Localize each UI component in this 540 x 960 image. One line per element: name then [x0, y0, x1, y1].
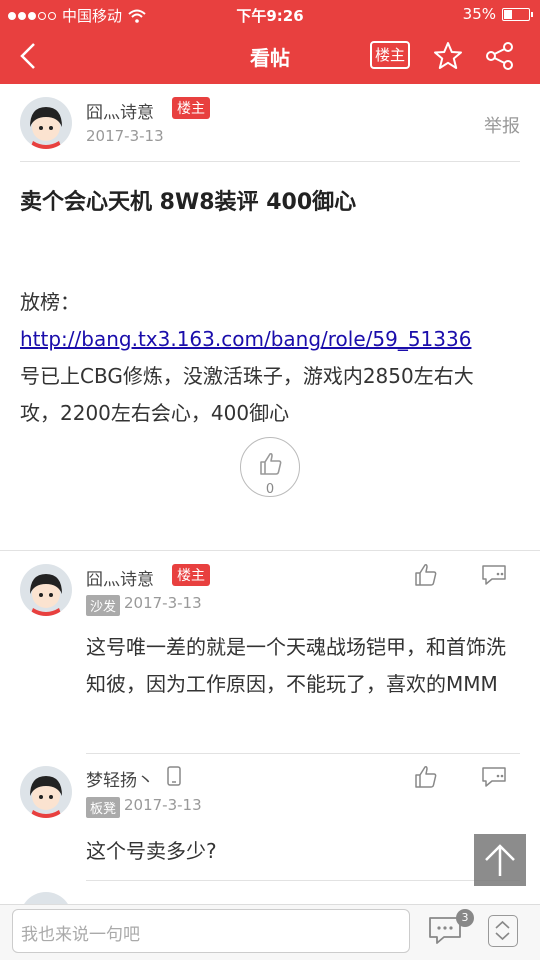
avatar[interactable] — [20, 766, 72, 818]
thumbs-up-icon[interactable] — [413, 563, 439, 587]
phone-icon — [167, 766, 181, 786]
reply-author[interactable]: 梦轻扬丶 — [86, 766, 154, 791]
clock: 下午9:26 — [236, 7, 304, 25]
star-icon[interactable] — [432, 40, 464, 72]
only-owner-button[interactable]: 楼主 — [370, 41, 410, 69]
floor-badge: 沙发 — [86, 595, 121, 616]
page-nav-button[interactable] — [488, 915, 518, 947]
back-to-top-button[interactable] — [474, 834, 526, 886]
body-text: 号已上CBG修炼，没激活珠子，游戏内2850左右大攻，2200左右会心，400御… — [20, 364, 474, 425]
nav-bar: 看帖 楼主 — [0, 28, 540, 84]
battery-percent: 35% — [462, 5, 496, 23]
avatar[interactable] — [20, 564, 72, 616]
reply-date: 2017-3-13 — [124, 796, 202, 814]
reply-author[interactable]: 囧灬诗意 — [86, 565, 154, 590]
post-date: 2017-3-13 — [86, 127, 164, 145]
report-button[interactable]: 举报 — [484, 112, 520, 138]
divider — [86, 753, 520, 754]
owner-badge: 楼主 — [172, 97, 210, 119]
arrow-up-icon — [485, 844, 515, 876]
divider — [20, 161, 520, 162]
author-name[interactable]: 囧灬诗意 — [86, 98, 154, 123]
status-right: 35% — [462, 5, 533, 23]
ranking-link[interactable]: http://bang.tx3.163.com/bang/role/59_513… — [20, 327, 471, 351]
battery-icon — [502, 7, 533, 21]
comment-icon[interactable] — [480, 765, 508, 789]
share-icon[interactable] — [484, 40, 516, 72]
divider — [86, 880, 520, 881]
comment-input[interactable]: 我也来说一句吧 — [12, 909, 410, 953]
reply-text: 这个号卖多少? — [86, 839, 217, 863]
thread-content[interactable]: 囧灬诗意 楼主 2017-3-13 举报 卖个会心天机 8W8装评 400御心 … — [0, 84, 540, 904]
avatar[interactable] — [20, 97, 72, 149]
status-bar: 中国移动 下午9:26 35% — [0, 0, 540, 28]
like-count: 0 — [265, 482, 275, 497]
avatar[interactable] — [20, 892, 72, 904]
bottom-bar: 我也来说一句吧 3 — [0, 904, 540, 960]
reply-date: 2017-3-13 — [124, 594, 202, 612]
thumbs-up-icon — [260, 452, 282, 475]
owner-badge: 楼主 — [172, 564, 210, 586]
battery-level — [504, 9, 513, 19]
reply-text: 这号唯一差的就是一个天魂战场铠甲，和首饰洗知彼，因为工作原因，不能玩了，喜欢的M… — [86, 635, 506, 696]
chevron-up-down-icon — [495, 920, 510, 941]
post-body: 放榜： http://bang.tx3.163.com/bang/role/59_… — [20, 284, 510, 432]
section-divider — [0, 550, 540, 551]
floor-badge: 板凳 — [86, 797, 121, 818]
thumbs-up-icon[interactable] — [413, 765, 439, 789]
comment-count-badge: 3 — [456, 909, 474, 927]
body-prefix: 放榜： — [20, 290, 80, 314]
post-title: 卖个会心天机 8W8装评 400御心 — [20, 190, 357, 215]
comment-icon[interactable] — [480, 563, 508, 587]
